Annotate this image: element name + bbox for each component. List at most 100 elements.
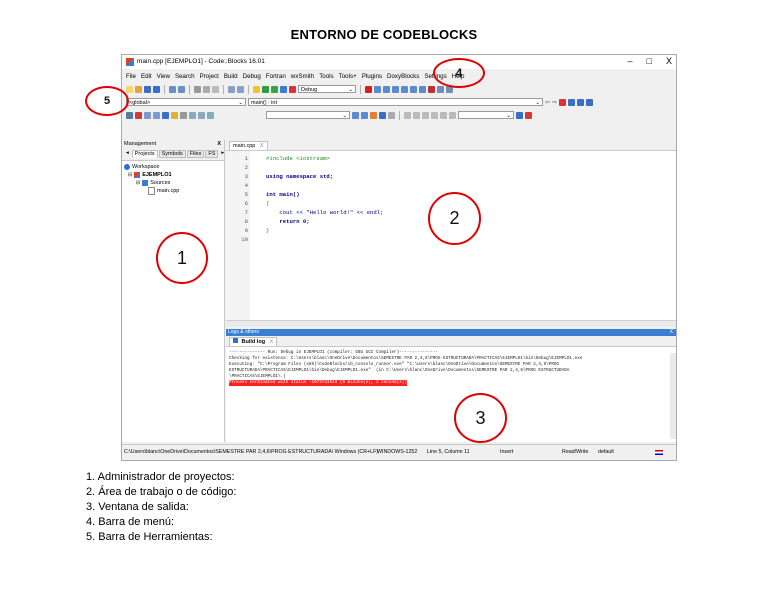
goto-icon[interactable] [207,111,214,119]
regex-icon[interactable] [388,111,395,119]
editor-tab-main[interactable]: main.cpp X [229,141,268,150]
menu-wxsmith[interactable]: wxSmith [291,73,314,80]
save-icon[interactable] [144,85,151,93]
tree-sources-folder[interactable]: ⊟ Sources [124,179,222,187]
bookmark-clear-icon[interactable] [586,98,594,106]
zoom-combo[interactable]: ⌄ [458,111,514,119]
jump-back-icon[interactable]: ⇦ [545,99,550,106]
legend-item: 5. Barra de Herramientas: [86,531,213,543]
logs-vertical-scrollbar[interactable] [670,353,676,439]
search-options-icon[interactable] [379,111,386,119]
tab-build-log[interactable]: Build log X [229,337,278,346]
paste-icon[interactable] [212,85,219,93]
menu-bar: File Edit View Search Project Build Debu… [122,71,676,82]
menu-project[interactable]: Project [200,73,219,80]
redo-icon[interactable] [178,85,185,93]
menu-doxyblocks[interactable]: DoxyBlocks [387,73,419,80]
collapse-icon[interactable]: ⊟ [128,171,132,179]
menu-plugins[interactable]: Plugins [362,73,382,80]
close-button[interactable]: X [666,56,672,66]
tool-icon[interactable] [180,111,187,119]
box-icon[interactable] [404,111,411,119]
highlight-icon[interactable] [135,111,142,119]
editor-horizontal-scrollbar[interactable] [226,320,676,327]
new-file-icon[interactable] [126,85,133,93]
menu-debug[interactable]: Debug [243,73,261,80]
zoom-icon[interactable] [516,111,523,119]
status-mode: Insert [500,449,514,455]
menu-tools[interactable]: Tools [319,73,333,80]
tab-files[interactable]: Files [186,150,205,158]
maximize-button[interactable]: □ [647,56,652,66]
find-prev-icon[interactable] [352,111,359,119]
menu-build[interactable]: Build [224,73,238,80]
box-icon[interactable] [422,111,429,119]
toolbar-separator [223,84,224,94]
editor-tab-close-button[interactable]: X [260,143,264,149]
doxy-block-icon[interactable] [153,111,160,119]
undo-icon[interactable] [169,85,176,93]
box-icon[interactable] [431,111,438,119]
wizard-icon[interactable] [162,111,169,119]
scope-select[interactable]: <global> ⌄ [126,98,246,106]
save-all-icon[interactable] [153,85,160,93]
rebuild-icon[interactable] [280,85,287,93]
build-log-close-button[interactable]: X [270,339,274,345]
stop-debugger-icon[interactable] [428,85,435,93]
tab-projects[interactable]: Projects [131,150,158,158]
menu-search[interactable]: Search [175,73,195,80]
cut-icon[interactable] [194,85,201,93]
prev-icon[interactable] [189,111,196,119]
search-combo[interactable]: ⌄ [266,111,350,119]
bookmark-toggle-icon[interactable] [559,98,567,106]
toggle-comment-icon[interactable] [126,111,133,119]
tab-symbols[interactable]: Symbols [158,150,186,158]
debug-windows-icon[interactable] [437,85,444,93]
tree-workspace[interactable]: Workspace [124,163,222,171]
management-close-button[interactable]: X [217,140,221,148]
collapse-icon[interactable]: ⊟ [136,179,140,187]
abort-icon[interactable] [289,85,296,93]
debug-start-icon[interactable] [365,85,372,93]
tab-fs[interactable]: FS [205,150,219,158]
next-instruction-icon[interactable] [410,85,417,93]
next-icon[interactable] [198,111,205,119]
logs-close-button[interactable]: X [670,329,673,336]
html-icon[interactable] [171,111,178,119]
tree-file-main[interactable]: main.cpp [124,187,222,195]
tree-project[interactable]: ⊟ EJEMPLO1 [124,171,222,179]
step-into-icon[interactable] [392,85,399,93]
step-out-icon[interactable] [401,85,408,93]
build-and-run-icon[interactable] [271,85,278,93]
legend-list: 1. Administrador de proyectos: 2. Área d… [86,470,236,545]
menu-fortran[interactable]: Fortran [266,73,286,80]
break-debugger-icon[interactable] [419,85,426,93]
bookmark-prev-icon[interactable] [568,98,576,106]
marker-icon[interactable] [525,111,532,119]
menu-view[interactable]: View [157,73,170,80]
menu-edit[interactable]: Edit [141,73,152,80]
copy-icon[interactable] [203,85,210,93]
minimize-button[interactable]: – [628,56,633,66]
run-icon[interactable] [262,85,269,93]
bookmark-next-icon[interactable] [577,98,585,106]
box-icon[interactable] [440,111,447,119]
run-to-cursor-icon[interactable] [374,85,381,93]
open-icon[interactable] [135,85,142,93]
doxy-icon[interactable] [144,111,151,119]
box-icon[interactable] [413,111,420,119]
build-icon[interactable] [253,85,260,93]
tabs-scroll-left-icon[interactable]: ◂ [124,150,131,158]
status-profile: default [598,449,614,455]
pencil-icon[interactable] [370,111,377,119]
find-next-icon[interactable] [361,111,368,119]
menu-tools-plus[interactable]: Tools+ [339,73,357,80]
menu-file[interactable]: File [126,73,136,80]
function-select[interactable]: main() : int ⌄ [248,98,543,106]
next-line-icon[interactable] [383,85,390,93]
replace-icon[interactable] [237,85,244,93]
build-target-select[interactable]: Debug ⌄ [298,85,356,93]
box-icon[interactable] [449,111,456,119]
find-icon[interactable] [228,85,235,93]
jump-forward-icon[interactable]: ⇨ [552,99,557,106]
